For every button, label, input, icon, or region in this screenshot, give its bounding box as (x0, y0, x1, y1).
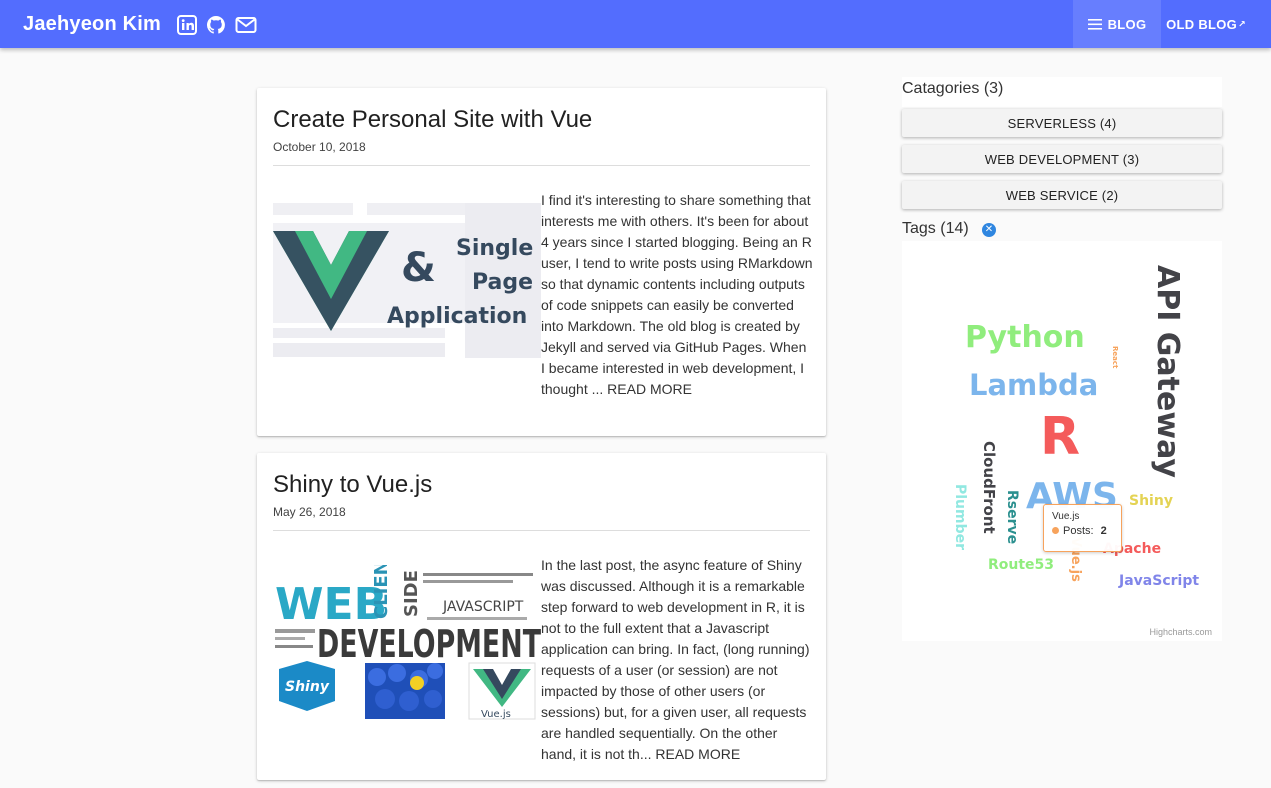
tooltip-label: Posts: (1063, 525, 1094, 537)
tooltip-title: Vue.js (1052, 511, 1080, 522)
svg-text:Shiny: Shiny (285, 679, 330, 695)
svg-text:SIDE: SIDE (401, 570, 422, 617)
mail-icon[interactable] (235, 15, 257, 35)
post-card: Create Personal Site with Vue October 10… (257, 88, 826, 436)
category-button-web-service[interactable]: WEB SERVICE (2) (902, 181, 1222, 209)
tooltip-value: 2 (1100, 525, 1107, 537)
tooltip-row: Posts: 2 (1052, 525, 1113, 537)
post-title[interactable]: Shiny to Vue.js (273, 471, 432, 499)
github-icon[interactable] (206, 15, 226, 35)
category-button-web-development[interactable]: WEB DEVELOPMENT (3) (902, 145, 1222, 173)
divider (273, 530, 810, 531)
tag-javascript[interactable]: JavaScript (1119, 574, 1199, 588)
series-dot-icon (1052, 527, 1059, 534)
category-button-serverless[interactable]: SERVERLESS (4) (902, 109, 1222, 137)
nav-blog-button[interactable]: BLOG (1073, 0, 1161, 48)
tags-label: Tags (14) (902, 220, 969, 237)
tag-rserve[interactable]: Rserve (1004, 490, 1020, 544)
external-link-icon: ↗ (1238, 18, 1246, 29)
nav-old-blog-label: OLD BLOG (1166, 16, 1238, 32)
tag-shiny[interactable]: Shiny (1129, 494, 1173, 508)
close-circle-icon[interactable]: ✕ (982, 223, 996, 237)
ampersand-text: & (401, 245, 436, 291)
post-thumbnail[interactable]: & Single Page Application (273, 203, 541, 358)
svg-text:JAVASCRIPT: JAVASCRIPT (442, 599, 524, 615)
tag-cloudfront[interactable]: CloudFront (980, 441, 998, 534)
post-title[interactable]: Create Personal Site with Vue (273, 106, 592, 134)
chart-tooltip: Vue.js Posts: 2 (1043, 504, 1122, 552)
svg-text:DEVELOPMENT: DEVELOPMENT (317, 622, 541, 666)
nav-blog-label: BLOG (1107, 16, 1147, 32)
svg-text:Vue.js: Vue.js (481, 709, 511, 720)
menu-icon (1087, 18, 1102, 30)
tag-wordcloud: API Gateway Python Lambda R AWS CloudFro… (902, 241, 1222, 641)
tag-lambda[interactable]: Lambda (969, 371, 1098, 400)
categories-label: Catagories (3) (902, 80, 1004, 97)
svg-text:Application: Application (387, 304, 527, 329)
tag-plumber[interactable]: Plumber (952, 484, 968, 550)
nav-old-blog-button[interactable]: OLD BLOG ↗ (1161, 0, 1251, 48)
chart-credits[interactable]: Highcharts.com (1149, 627, 1212, 637)
post-date: October 10, 2018 (273, 140, 366, 154)
post-thumbnail[interactable]: WEB CLIEN SIDE JAVASCRIPT DEVELOPMENT Sh… (273, 565, 541, 720)
top-app-bar: Jaehyeon Kim BLOG OLD BLOG ↗ (0, 0, 1271, 48)
site-title[interactable]: Jaehyeon Kim (23, 13, 161, 36)
post-card: Shiny to Vue.js May 26, 2018 WEB CLIEN S… (257, 453, 826, 780)
svg-text:CLIEN: CLIEN (371, 565, 392, 619)
divider (273, 165, 810, 166)
tag-api-gateway[interactable]: API Gateway (1150, 265, 1185, 478)
svg-text:Page: Page (472, 270, 533, 295)
tag-r[interactable]: R (1040, 411, 1080, 463)
svg-text:Single: Single (456, 236, 533, 261)
linkedin-icon[interactable] (177, 15, 197, 35)
tag-route53[interactable]: Route53 (988, 558, 1054, 572)
tag-react[interactable]: React (1111, 346, 1119, 368)
post-excerpt: In the last post, the async feature of S… (541, 557, 810, 762)
post-date: May 26, 2018 (273, 505, 346, 519)
tag-python[interactable]: Python (965, 323, 1085, 353)
post-excerpt: I find it's interesting to share somethi… (541, 192, 813, 397)
